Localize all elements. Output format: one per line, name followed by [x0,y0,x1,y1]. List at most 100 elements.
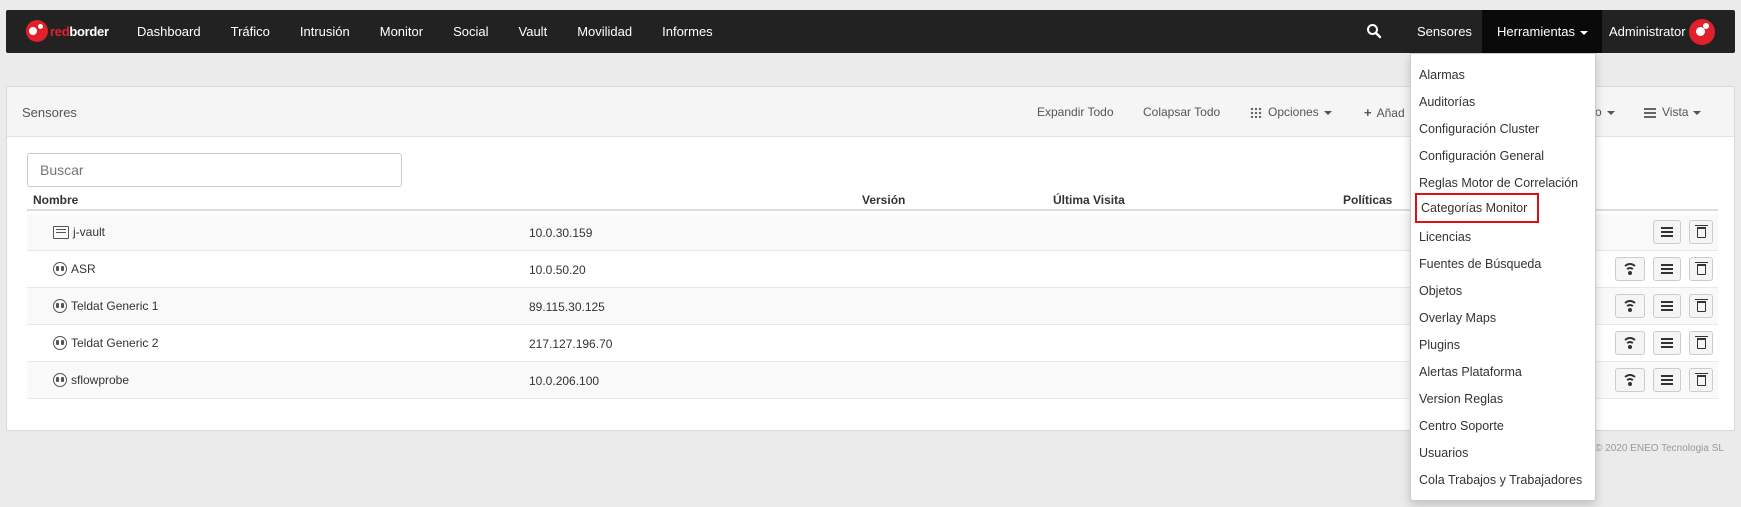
list-icon [1661,338,1673,348]
menu-item-plugins[interactable]: Plugins [1419,336,1460,354]
row-name-text: Teldat Generic 2 [71,336,159,350]
menu-item-usuarios[interactable]: Usuarios [1419,444,1468,462]
logo-icon [26,20,48,42]
delete-button[interactable] [1689,294,1713,318]
row-name: sflowprobe [53,373,129,387]
options-dropdown[interactable]: Opciones [1250,105,1332,119]
row-name: Teldat Generic 2 [53,336,158,350]
row-ip: 217.127.196.70 [529,337,613,351]
panel-title: Sensores [22,105,77,120]
view-dropdown[interactable]: Vista [1644,105,1702,119]
col-last-visit[interactable]: Última Visita [1053,193,1125,207]
nav-monitor[interactable]: Monitor [365,10,438,53]
details-button[interactable] [1653,257,1681,281]
main-nav: Dashboard Tráfico Intrusión Monitor Soci… [122,10,728,53]
delete-button[interactable] [1689,220,1713,244]
menu-item-version-reglas[interactable]: Version Reglas [1419,390,1503,408]
trash-icon [1694,224,1708,238]
sensor-icon [53,336,67,350]
brand-logo[interactable]: redborder [26,20,109,42]
row-name: Teldat Generic 1 [53,299,158,313]
row-ip: 10.0.30.159 [529,226,593,240]
herramientas-menu: Alarmas Auditorías Configuración Cluster… [1410,53,1596,501]
menu-item-overlay-maps[interactable]: Overlay Maps [1419,309,1496,327]
grid-icon [1250,107,1262,118]
menu-item-config-general[interactable]: Configuración General [1419,147,1544,165]
row-ip: 10.0.206.100 [529,374,600,388]
delete-button[interactable] [1689,331,1713,355]
menu-item-reglas-correlacion[interactable]: Reglas Motor de Correlación [1419,174,1578,192]
menu-item-centro-soporte[interactable]: Centro Soporte [1419,417,1504,435]
sensor-icon [53,299,67,313]
menu-item-categorias-monitor[interactable]: Categorías Monitor [1415,193,1540,223]
nav-social[interactable]: Social [438,10,503,53]
trash-icon [1694,372,1708,386]
menu-item-auditorias[interactable]: Auditorías [1419,93,1475,111]
row-name-text: j-vault [73,225,106,239]
connectivity-button[interactable] [1615,331,1645,355]
nav-herramientas-dropdown[interactable]: Herramientas [1482,10,1602,53]
connectivity-button[interactable] [1615,294,1645,318]
col-name[interactable]: Nombre [33,193,78,207]
expand-all-button[interactable]: Expandir Todo [1037,105,1114,119]
view-label: Vista [1662,105,1689,119]
nav-dashboard[interactable]: Dashboard [122,10,216,53]
trash-icon [1694,261,1708,275]
trash-icon [1694,335,1708,349]
nav-movilidad[interactable]: Movilidad [562,10,647,53]
row-name-text: Teldat Generic 1 [71,299,159,313]
caret-down-icon [1606,110,1615,115]
menu-item-cola-trabajos[interactable]: Cola Trabajos y Trabajadores [1419,471,1582,489]
wifi-icon [1622,263,1638,275]
caret-down-icon [1580,30,1589,35]
collapse-all-button[interactable]: Colapsar Todo [1143,105,1220,119]
row-name: j-vault [53,225,105,239]
nav-trafico[interactable]: Tráfico [216,10,285,53]
nav-informes[interactable]: Informes [647,10,728,53]
search-input[interactable] [27,153,402,187]
options-label: Opciones [1268,105,1319,119]
col-version[interactable]: Versión [862,193,905,207]
nav-sensores[interactable]: Sensores [1417,10,1472,53]
nav-vault[interactable]: Vault [504,10,563,53]
menu-item-fuentes-busqueda[interactable]: Fuentes de Búsqueda [1419,255,1541,273]
menu-item-objetos[interactable]: Objetos [1419,282,1462,300]
logo-text: redborder [50,23,109,39]
details-button[interactable] [1653,294,1681,318]
herramientas-label: Herramientas [1497,24,1576,39]
hidden-dropdown[interactable]: o [1595,105,1615,119]
menu-item-alarmas[interactable]: Alarmas [1419,66,1465,84]
col-policies[interactable]: Políticas [1343,193,1392,207]
nav-admin[interactable]: Administrator [1609,10,1686,53]
list-icon [1661,375,1673,385]
avatar[interactable] [1689,19,1715,45]
wifi-icon [1622,374,1638,386]
nav-intrusion[interactable]: Intrusión [285,10,365,53]
row-name: ASR [53,262,96,276]
details-button[interactable] [1653,331,1681,355]
details-button[interactable] [1653,220,1681,244]
wifi-icon [1622,300,1638,312]
row-name-text: sflowprobe [71,373,130,387]
row-ip: 89.115.30.125 [529,300,605,314]
list-icon [1661,301,1673,311]
delete-button[interactable] [1689,368,1713,392]
details-button[interactable] [1653,368,1681,392]
search-icon[interactable] [1366,23,1382,39]
caret-down-icon [1693,110,1702,115]
menu-item-config-cluster[interactable]: Configuración Cluster [1419,120,1539,138]
connectivity-button[interactable] [1615,257,1645,281]
delete-button[interactable] [1689,257,1713,281]
connectivity-button[interactable] [1615,368,1645,392]
hidden-label: o [1595,105,1602,119]
top-navbar: redborder Dashboard Tráfico Intrusión Mo… [6,10,1735,53]
wifi-icon [1622,337,1638,349]
list-icon [1661,227,1673,237]
menu-item-alertas-plataforma[interactable]: Alertas Plataforma [1419,363,1522,381]
menu-item-licencias[interactable]: Licencias [1419,228,1471,246]
plus-icon: + [1364,105,1372,120]
vault-icon [53,225,69,239]
add-label: Añad [1376,106,1405,120]
add-dropdown[interactable]: + Añad [1364,105,1405,120]
sensor-icon [53,373,67,387]
